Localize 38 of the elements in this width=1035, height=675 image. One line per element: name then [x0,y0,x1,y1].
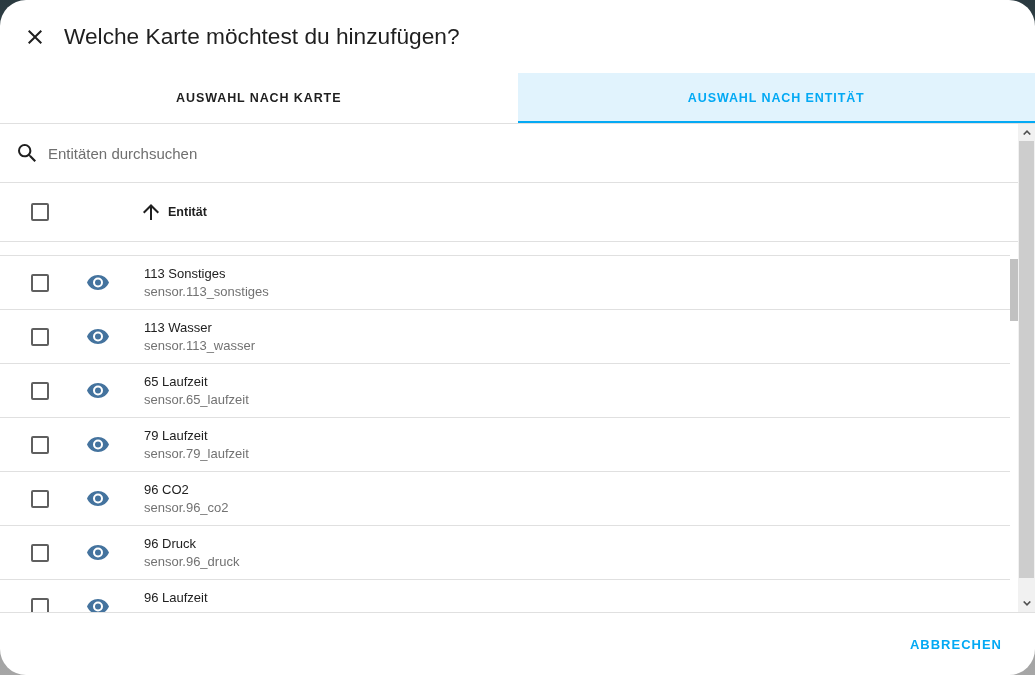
checkbox[interactable] [30,381,49,400]
checkbox[interactable] [30,203,49,221]
checkbox[interactable] [30,327,49,346]
entity-id: sensor.96_co2 [144,500,229,515]
entity-name: 96 Laufzeit [144,590,208,605]
scrollbar-thumb[interactable] [1010,259,1018,321]
caret-down-icon [1022,601,1031,606]
caret-up-icon [1022,130,1031,135]
dialog-title: Welche Karte möchtest du hinzufügen? [64,23,460,50]
entity-id: sensor.96_druck [144,554,240,569]
entity-id: sensor.113_sonstiges [144,284,269,299]
checkbox[interactable] [30,597,49,612]
eye-icon [87,491,109,506]
entity-name: 79 Laufzeit [144,428,208,443]
checkbox[interactable] [30,489,49,508]
entity-name: 96 Druck [144,536,197,551]
entity-name: 65 Laufzeit [144,374,208,389]
eye-icon [87,599,109,612]
checkbox[interactable] [30,543,49,562]
entity-name: 113 Wasser [144,320,212,335]
column-header[interactable]: Entität [143,204,207,220]
eye-icon [87,545,109,560]
search-icon [18,144,36,162]
entity-name: 96 CO2 [144,482,189,497]
entity-id: sensor.79_laufzeit [144,446,249,461]
checkbox[interactable] [30,273,49,292]
entity-name: 113 Sonstiges [144,266,226,281]
eye-icon [87,437,109,452]
scrollbar-thumb[interactable] [1019,141,1034,578]
close-button[interactable] [28,29,42,44]
eye-icon [87,329,109,344]
entity-id: sensor.65_laufzeit [144,392,249,407]
checkbox[interactable] [30,435,49,454]
close-icon [28,29,42,44]
eye-icon [87,275,109,290]
entity-id: sensor.113_wasser [144,338,256,353]
eye-icon [87,383,109,398]
search-field[interactable]: Entitäten durchsuchen [48,124,1018,182]
